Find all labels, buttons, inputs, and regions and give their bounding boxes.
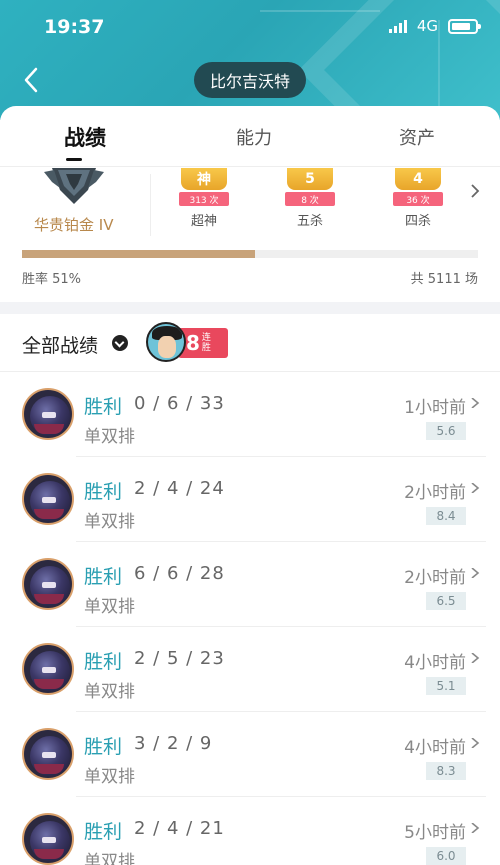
match-row[interactable]: 胜利 2 / 4 / 24 单双排 2小时前 8.4 bbox=[0, 457, 500, 542]
total-games-label: 共 5111 场 bbox=[410, 272, 478, 287]
match-result: 胜利 bbox=[84, 821, 123, 843]
match-time: 5小时前 bbox=[404, 823, 466, 843]
match-kda: 2 / 4 / 21 bbox=[134, 818, 225, 839]
tab-active-indicator bbox=[66, 158, 82, 161]
section-gap bbox=[0, 302, 500, 314]
match-row[interactable]: 胜利 2 / 4 / 21 单双排 5小时前 6.0 bbox=[0, 797, 500, 865]
chevron-right-icon bbox=[471, 398, 480, 408]
streak-text: 连胜 bbox=[201, 333, 211, 353]
tab-ability[interactable]: 能力 bbox=[236, 124, 272, 150]
rank-emblem-icon bbox=[44, 168, 104, 204]
match-score: 6.5 bbox=[426, 592, 466, 610]
match-mode: 单双排 bbox=[84, 767, 135, 787]
chevron-right-icon bbox=[471, 568, 480, 578]
chevron-down-icon[interactable] bbox=[112, 335, 128, 351]
match-row[interactable]: 胜利 3 / 2 / 9 单双排 4小时前 8.3 bbox=[0, 712, 500, 797]
chevron-left-icon bbox=[24, 67, 38, 93]
chevron-right-icon bbox=[471, 483, 480, 493]
match-kda: 2 / 4 / 24 bbox=[134, 478, 225, 499]
badge-label: 四杀 bbox=[404, 214, 431, 229]
chevron-right-icon[interactable] bbox=[468, 184, 482, 198]
battery-icon bbox=[448, 18, 481, 34]
match-mode: 单双排 bbox=[84, 512, 135, 532]
match-row[interactable]: 胜利 2 / 5 / 23 单双排 4小时前 5.1 bbox=[0, 627, 500, 712]
match-result: 胜利 bbox=[84, 481, 123, 503]
badge-quadrakill[interactable]: 4 36 次 四杀 bbox=[388, 168, 448, 238]
status-indicators: 4G bbox=[388, 17, 481, 35]
match-time: 4小时前 bbox=[404, 738, 466, 758]
match-score: 8.4 bbox=[426, 507, 466, 525]
match-time: 2小时前 bbox=[404, 568, 466, 588]
medal-icon: 神 bbox=[181, 168, 227, 190]
rank-divider bbox=[150, 174, 151, 236]
header-decoration-line bbox=[260, 10, 380, 12]
champion-avatar bbox=[22, 558, 74, 610]
status-time: 19:37 bbox=[44, 16, 105, 38]
champion-avatar bbox=[22, 388, 74, 440]
match-row[interactable]: 胜利 6 / 6 / 28 单双排 2小时前 6.5 bbox=[0, 542, 500, 627]
match-mode: 单双排 bbox=[84, 682, 135, 702]
signal-icon bbox=[388, 19, 407, 33]
header-banner: 19:37 4G 比尔吉沃特 bbox=[0, 0, 500, 120]
match-time: 1小时前 bbox=[404, 398, 466, 418]
tab-assets[interactable]: 资产 bbox=[399, 124, 435, 150]
chevron-right-icon bbox=[471, 823, 480, 833]
badge-label: 五杀 bbox=[296, 214, 323, 229]
match-score: 8.3 bbox=[426, 762, 466, 780]
tab-record[interactable]: 战绩 bbox=[64, 122, 106, 152]
badge-legendary[interactable]: 神 313 次 超神 bbox=[174, 168, 234, 238]
filter-row: 全部战绩 8 连胜 bbox=[0, 314, 500, 372]
badge-pentakill[interactable]: 5 8 次 五杀 bbox=[280, 168, 340, 238]
streak-avatar bbox=[146, 322, 186, 362]
match-list: 胜利 0 / 6 / 33 单双排 1小时前 5.6 胜利 2 / 4 / 24… bbox=[0, 372, 500, 865]
win-streak-badge[interactable]: 8 连胜 bbox=[146, 322, 228, 362]
match-result: 胜利 bbox=[84, 566, 123, 588]
match-kda: 2 / 5 / 23 bbox=[134, 648, 225, 669]
win-rate-label: 胜率 51% bbox=[22, 272, 82, 287]
match-row[interactable]: 胜利 0 / 6 / 33 单双排 1小时前 5.6 bbox=[0, 372, 500, 457]
match-score: 6.0 bbox=[426, 847, 466, 865]
match-score: 5.1 bbox=[426, 677, 466, 695]
match-score: 5.6 bbox=[426, 422, 466, 440]
tab-divider bbox=[0, 166, 500, 167]
rank-name: 华贵铂金 IV bbox=[34, 216, 114, 234]
badge-count: 8 次 bbox=[285, 192, 335, 206]
champion-avatar bbox=[22, 643, 74, 695]
match-time: 4小时前 bbox=[404, 653, 466, 673]
medal-icon: 4 bbox=[395, 168, 441, 190]
rank-block[interactable]: 华贵铂金 IV bbox=[20, 168, 148, 238]
streak-number: 8 bbox=[186, 331, 200, 355]
champion-avatar bbox=[22, 728, 74, 780]
match-mode: 单双排 bbox=[84, 852, 135, 865]
filter-label[interactable]: 全部战绩 bbox=[22, 331, 98, 358]
match-result: 胜利 bbox=[84, 651, 123, 673]
summary-card: 战绩 能力 资产 华贵铂金 IV 神 313 次 超神 5 8 次 五杀 4 3… bbox=[0, 106, 500, 306]
match-time: 2小时前 bbox=[404, 483, 466, 503]
win-rate-fill bbox=[22, 250, 255, 258]
back-button[interactable] bbox=[18, 66, 46, 94]
match-mode: 单双排 bbox=[84, 427, 135, 447]
champion-avatar bbox=[22, 813, 74, 865]
network-label: 4G bbox=[416, 17, 438, 35]
match-kda: 3 / 2 / 9 bbox=[134, 733, 213, 754]
match-result: 胜利 bbox=[84, 736, 123, 758]
match-kda: 6 / 6 / 28 bbox=[134, 563, 225, 584]
win-rate-bar bbox=[22, 250, 478, 258]
match-result: 胜利 bbox=[84, 396, 123, 418]
tab-bar: 战绩 能力 资产 bbox=[0, 106, 500, 168]
badge-count: 313 次 bbox=[179, 192, 229, 206]
match-kda: 0 / 6 / 33 bbox=[134, 393, 225, 414]
chevron-right-icon bbox=[471, 738, 480, 748]
match-mode: 单双排 bbox=[84, 597, 135, 617]
badge-label: 超神 bbox=[190, 214, 217, 229]
medal-icon: 5 bbox=[287, 168, 333, 190]
champion-avatar bbox=[22, 473, 74, 525]
chevron-right-icon bbox=[471, 653, 480, 663]
badge-count: 36 次 bbox=[393, 192, 443, 206]
server-title[interactable]: 比尔吉沃特 bbox=[194, 62, 306, 98]
